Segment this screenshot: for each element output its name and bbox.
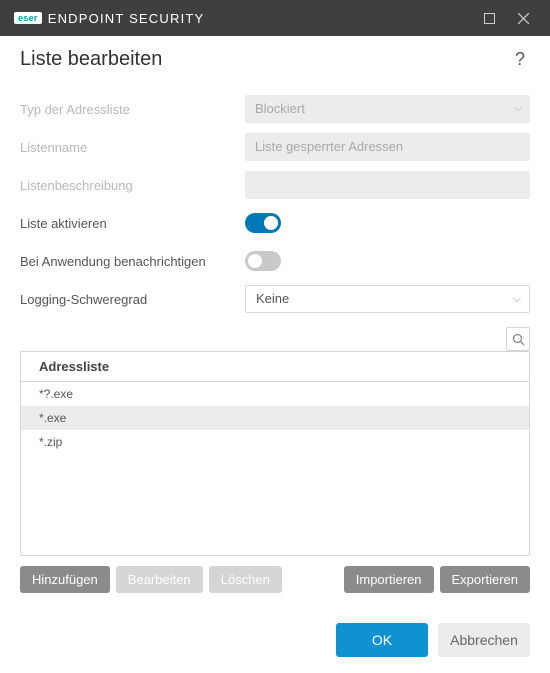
desc-label: Listenbeschreibung xyxy=(20,178,245,193)
table-header[interactable]: Adressliste xyxy=(21,352,529,382)
search-icon xyxy=(512,333,525,346)
activate-label: Liste aktivieren xyxy=(20,216,245,231)
brand: eser ENDPOINT SECURITY xyxy=(14,11,204,26)
notify-toggle[interactable] xyxy=(245,251,281,271)
table-row[interactable]: *.exe xyxy=(21,406,529,430)
activate-toggle[interactable] xyxy=(245,213,281,233)
maximize-icon xyxy=(484,13,495,24)
chevron-down-icon: ⌵ xyxy=(514,95,522,123)
maximize-button[interactable] xyxy=(472,0,506,36)
name-value: Liste gesperrter Adressen xyxy=(255,139,403,154)
close-button[interactable] xyxy=(506,0,540,36)
table-body: *?.exe *.exe *.zip xyxy=(21,382,529,555)
type-label: Typ der Adressliste xyxy=(20,102,245,117)
dialog-content: Liste bearbeiten ? Typ der Adressliste B… xyxy=(0,36,550,673)
delete-button[interactable]: Löschen xyxy=(209,566,282,593)
severity-value: Keine xyxy=(256,291,289,306)
severity-label: Logging-Schweregrad xyxy=(20,292,245,307)
type-select: Blockiert ⌵ xyxy=(245,95,530,123)
search-button[interactable] xyxy=(506,327,530,351)
titlebar: eser ENDPOINT SECURITY xyxy=(0,0,550,36)
table-row[interactable]: *.zip xyxy=(21,430,529,454)
table-row[interactable]: *?.exe xyxy=(21,382,529,406)
desc-input xyxy=(245,171,530,199)
brand-text: ENDPOINT SECURITY xyxy=(48,11,205,26)
severity-select[interactable]: Keine ⌵ xyxy=(245,285,530,313)
type-value: Blockiert xyxy=(255,101,305,116)
export-button[interactable]: Exportieren xyxy=(440,566,530,593)
ok-button[interactable]: OK xyxy=(336,623,428,657)
chevron-down-icon: ⌵ xyxy=(513,286,521,312)
cancel-button[interactable]: Abbrechen xyxy=(438,623,530,657)
brand-badge: eser xyxy=(14,12,42,24)
dialog-title: Liste bearbeiten xyxy=(20,48,510,71)
name-input: Liste gesperrter Adressen xyxy=(245,133,530,161)
close-icon xyxy=(518,13,529,24)
notify-label: Bei Anwendung benachrichtigen xyxy=(20,254,245,269)
edit-button[interactable]: Bearbeiten xyxy=(116,566,203,593)
help-button[interactable]: ? xyxy=(510,49,530,70)
address-table: Adressliste *?.exe *.exe *.zip xyxy=(20,351,530,556)
add-button[interactable]: Hinzufügen xyxy=(20,566,110,593)
name-label: Listenname xyxy=(20,140,245,155)
import-button[interactable]: Importieren xyxy=(344,566,434,593)
